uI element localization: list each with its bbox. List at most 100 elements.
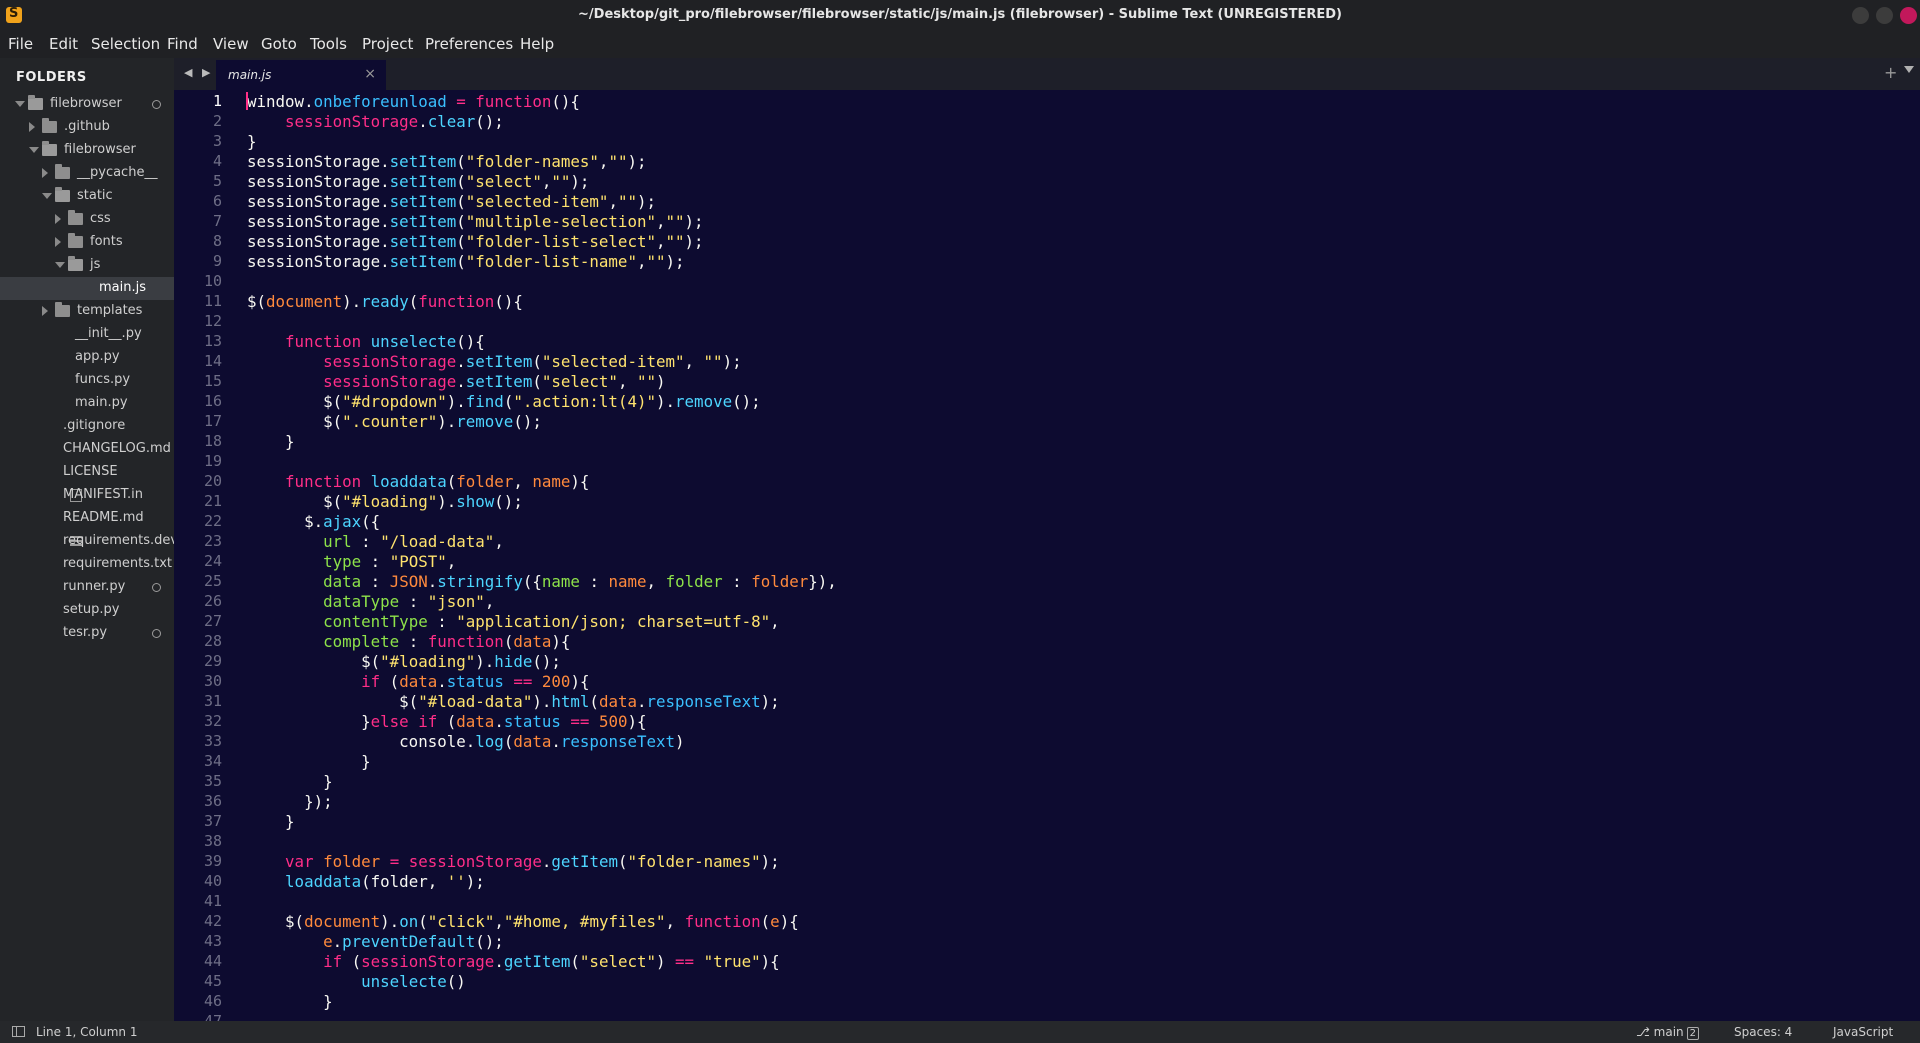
code-line[interactable]: $("#loading").show();	[247, 492, 523, 512]
menu-find[interactable]: Find	[167, 35, 198, 53]
tree-item[interactable]: .github	[0, 116, 174, 139]
tree-item[interactable]: requirements.txt	[0, 553, 174, 576]
syntax-selector[interactable]: JavaScript	[1833, 1025, 1893, 1039]
code-line[interactable]: $("#load-data").html(data.responseText);	[247, 692, 780, 712]
tree-item[interactable]: funcs.py	[0, 369, 174, 392]
tree-item[interactable]: LICENSE	[0, 461, 174, 484]
tree-item[interactable]: __init__.py	[0, 323, 174, 346]
menu-help[interactable]: Help	[520, 35, 554, 53]
menu-tools[interactable]: Tools	[310, 35, 347, 53]
code-line[interactable]: if (sessionStorage.getItem("select") == …	[247, 952, 780, 972]
menu-view[interactable]: View	[213, 35, 249, 53]
code-line[interactable]: if (data.status == 200){	[247, 672, 589, 692]
code-line[interactable]: sessionStorage.setItem("selected-item", …	[247, 352, 742, 372]
code-line[interactable]: $(".counter").remove();	[247, 412, 542, 432]
code-line[interactable]: });	[247, 792, 333, 812]
code-line[interactable]: window.onbeforeunload = function(){	[247, 92, 580, 112]
menu-file[interactable]: File	[8, 35, 33, 53]
tree-item[interactable]: templates	[0, 300, 174, 323]
tree-item[interactable]: main.js	[0, 277, 174, 300]
code-line[interactable]: }	[247, 752, 371, 772]
code-line[interactable]: $("#loading").hide();	[247, 652, 561, 672]
code-token: data	[323, 572, 362, 591]
code-line[interactable]: }	[247, 812, 295, 832]
tree-item[interactable]: main.py	[0, 392, 174, 415]
code-line[interactable]: contentType : "application/json; charset…	[247, 612, 780, 632]
code-line[interactable]: var folder = sessionStorage.getItem("fol…	[247, 852, 780, 872]
disclosure-closed-icon[interactable]	[55, 237, 61, 247]
tree-item[interactable]: __pycache__	[0, 162, 174, 185]
disclosure-open-icon[interactable]	[42, 193, 52, 199]
maximize-button[interactable]	[1876, 7, 1893, 24]
code-line[interactable]: sessionStorage.setItem("multiple-selecti…	[247, 212, 704, 232]
code-line[interactable]: }	[247, 132, 257, 152]
tab-close-icon[interactable]: ×	[364, 66, 376, 82]
code-line[interactable]: sessionStorage.setItem("select","");	[247, 172, 589, 192]
code-line[interactable]: }else if (data.status == 500){	[247, 712, 646, 732]
disclosure-open-icon[interactable]	[55, 262, 65, 268]
code-line[interactable]: }	[247, 992, 333, 1012]
code-line[interactable]: complete : function(data){	[247, 632, 570, 652]
code-line[interactable]: sessionStorage.setItem("select", "")	[247, 372, 665, 392]
menu-project[interactable]: Project	[362, 35, 413, 53]
code-line[interactable]: sessionStorage.setItem("folder-names",""…	[247, 152, 647, 172]
code-line[interactable]: data : JSON.stringify({name : name, fold…	[247, 572, 837, 592]
tree-item[interactable]: filebrowser	[0, 93, 174, 116]
code-line[interactable]: sessionStorage.setItem("folder-list-sele…	[247, 232, 704, 252]
code-line[interactable]: sessionStorage.setItem("folder-list-name…	[247, 252, 685, 272]
tab-list-dropdown-icon[interactable]	[1904, 66, 1914, 73]
code-line[interactable]: sessionStorage.clear();	[247, 112, 504, 132]
code-line[interactable]: url : "/load-data",	[247, 532, 504, 552]
tree-item[interactable]: CHANGELOG.md	[0, 438, 174, 461]
code-line[interactable]: dataType : "json",	[247, 592, 494, 612]
close-window-button[interactable]	[1900, 7, 1917, 24]
indentation-setting[interactable]: Spaces: 4	[1734, 1025, 1792, 1039]
code-line[interactable]: e.preventDefault();	[247, 932, 504, 952]
tab-nav-arrows-icon[interactable]: ◀ ▶	[184, 66, 213, 79]
menu-selection[interactable]: Selection	[91, 35, 160, 53]
code-line[interactable]: type : "POST",	[247, 552, 456, 572]
git-branch[interactable]: ⎇ main 2	[1636, 1025, 1700, 1040]
minimize-button[interactable]	[1852, 7, 1869, 24]
code-line[interactable]: sessionStorage.setItem("selected-item","…	[247, 192, 656, 212]
sidebar-toggle-icon[interactable]	[12, 1026, 25, 1037]
tree-item[interactable]: README.md	[0, 507, 174, 530]
tree-item[interactable]: css	[0, 208, 174, 231]
code-line[interactable]: $("#dropdown").find(".action:lt(4)").rem…	[247, 392, 761, 412]
tree-item[interactable]: static	[0, 185, 174, 208]
tree-item[interactable]: js	[0, 254, 174, 277]
code-line[interactable]: function loaddata(folder, name){	[247, 472, 589, 492]
tree-item[interactable]: tesr.py	[0, 622, 174, 645]
tree-item[interactable]: setup.py	[0, 599, 174, 622]
code-line[interactable]: $(document).ready(function(){	[247, 292, 523, 312]
tree-item[interactable]: .gitignore	[0, 415, 174, 438]
code-line[interactable]: $.ajax({	[247, 512, 380, 532]
tree-item[interactable]: fonts	[0, 231, 174, 254]
menu-goto[interactable]: Goto	[261, 35, 297, 53]
code-line[interactable]: $(document).on("click","#home, #myfiles"…	[247, 912, 799, 932]
tree-item[interactable]: filebrowser	[0, 139, 174, 162]
disclosure-closed-icon[interactable]	[42, 306, 48, 316]
tree-item-label: .github	[64, 119, 110, 134]
tree-item[interactable]: app.py	[0, 346, 174, 369]
code-line[interactable]: loaddata(folder, '');	[247, 872, 485, 892]
disclosure-closed-icon[interactable]	[55, 214, 61, 224]
new-tab-button[interactable]: +	[1884, 63, 1897, 82]
menu-preferences[interactable]: Preferences	[425, 35, 513, 53]
code-editor[interactable]: 1 2 3 4 5 6 7 8 9 10 11 12 13 14 15 16 17 18 19 20 21 22 23 24 2…	[174, 90, 1920, 1021]
disclosure-open-icon[interactable]	[15, 101, 25, 107]
disclosure-open-icon[interactable]	[29, 147, 39, 153]
code-line[interactable]: unselecte()	[247, 972, 466, 992]
tab-main-js[interactable]: main.js ×	[216, 60, 386, 90]
disclosure-closed-icon[interactable]	[42, 168, 48, 178]
menu-edit[interactable]: Edit	[49, 35, 78, 53]
code-area[interactable]: window.onbeforeunload = function(){ sess…	[247, 90, 1737, 1021]
code-line[interactable]: }	[247, 772, 333, 792]
code-line[interactable]: console.log(data.responseText)	[247, 732, 684, 752]
tree-item[interactable]: runner.py	[0, 576, 174, 599]
code-line[interactable]: function unselecte(){	[247, 332, 485, 352]
tree-item[interactable]: requirements.dev.txt	[0, 530, 174, 553]
disclosure-closed-icon[interactable]	[29, 122, 35, 132]
code-line[interactable]: }	[247, 432, 295, 452]
tree-item[interactable]: MANIFEST.in	[0, 484, 174, 507]
